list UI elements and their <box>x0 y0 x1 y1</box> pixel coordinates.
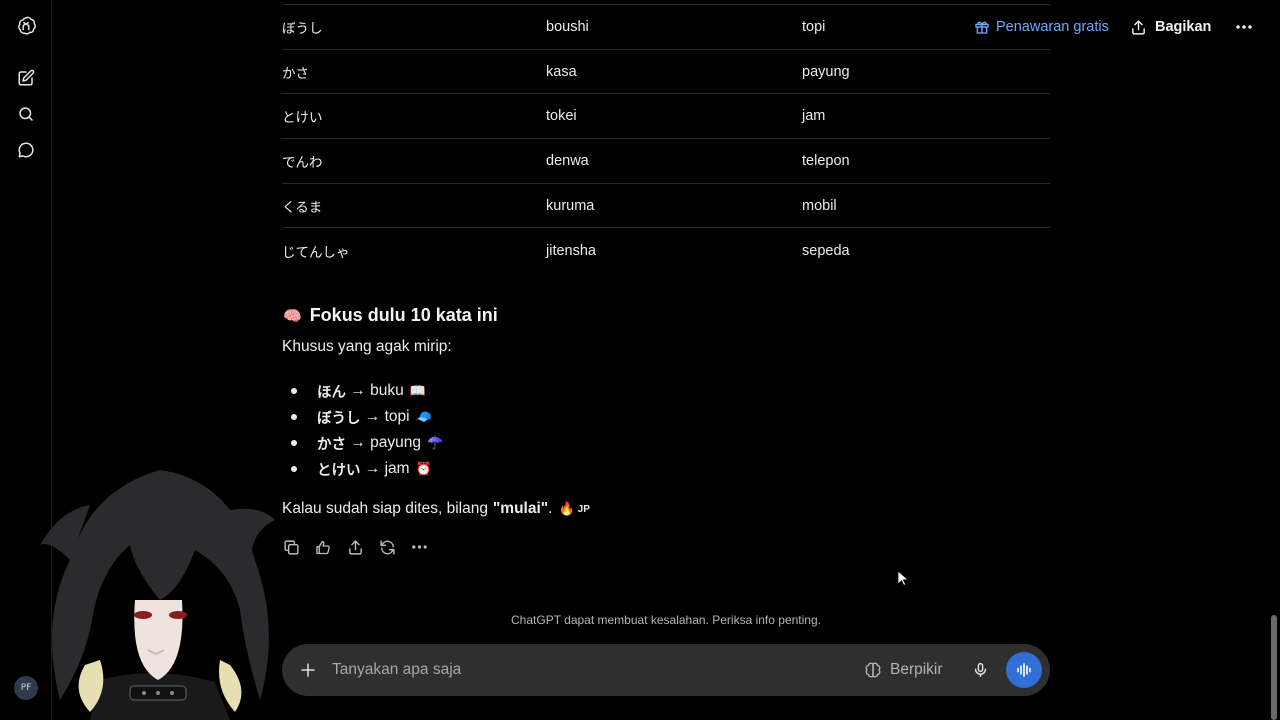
table-cell-meaning: telepon <box>802 138 1050 184</box>
thumbs-feedback-icon[interactable] <box>314 536 332 558</box>
intro-text: Khusus yang agak mirip: <box>282 338 452 355</box>
bullet-meaning: → jam <box>360 460 410 477</box>
list-item: ぼうし → topi 🧢 <box>288 404 443 430</box>
list-item: ほん → buku 📖 <box>288 378 443 404</box>
table-row: くるま kuruma mobil <box>282 182 1050 228</box>
table-cell-meaning: payung <box>802 48 1050 94</box>
copy-icon[interactable] <box>282 536 300 558</box>
table-cell-kana: くるま <box>282 182 546 228</box>
alarm-clock-icon: ⏰ <box>415 461 432 477</box>
bullet-meaning: → buku <box>346 382 404 399</box>
bullet-kana: ぼうし <box>317 410 361 427</box>
bullet-kana: かさ <box>317 436 346 453</box>
table-row: とけい tokei jam <box>282 93 1050 139</box>
more-actions-icon[interactable] <box>410 536 428 558</box>
closing-keyword: "mulai" <box>492 500 549 517</box>
chatgpt-logo-icon[interactable] <box>14 14 38 38</box>
table-cell-kana: でんわ <box>282 138 546 184</box>
closing-text: Kalau sudah siap dites, bilang "mulai" .… <box>282 500 590 518</box>
table-cell-kana: じてんしゃ <box>282 227 546 273</box>
table-row: でんわ denwa telepon <box>282 138 1050 184</box>
voice-mode-button[interactable] <box>1006 652 1042 688</box>
cap-icon: 🧢 <box>415 409 432 425</box>
bullet-meaning: → payung <box>346 434 421 451</box>
search-icon[interactable] <box>14 102 38 126</box>
table-cell-romaji: kuruma <box>546 182 802 228</box>
vocab-table: ぼうし boushi topi かさ kasa payung とけい tokei… <box>282 4 1050 273</box>
table-row: かさ kasa payung <box>282 48 1050 94</box>
share-button[interactable]: Bagikan <box>1130 16 1211 38</box>
table-cell-meaning: jam <box>802 93 1050 139</box>
message-actions <box>282 536 428 558</box>
list-item: かさ → payung ☂️ <box>288 430 443 456</box>
table-cell-kana: かさ <box>282 48 546 94</box>
bullet-list: ほん → buku 📖 ぼうし → topi 🧢 かさ → payung ☂️ … <box>288 378 443 482</box>
list-item: とけい → jam ⏰ <box>288 456 443 482</box>
section-heading: 🧠 Fokus dulu 10 kata ini <box>283 305 498 326</box>
voice-waveform-icon <box>1017 663 1031 677</box>
table-cell-kana: ぼうし <box>282 4 546 50</box>
closing-prefix: Kalau sudah siap dites, bilang <box>282 500 488 517</box>
table-cell-meaning: mobil <box>802 182 1050 228</box>
share-message-icon[interactable] <box>346 536 364 558</box>
composer: Berpikir <box>282 644 1050 696</box>
fire-icon: 🔥 <box>558 501 575 517</box>
table-cell-romaji: boushi <box>546 4 802 50</box>
vtuber-avatar-illustration <box>40 470 275 720</box>
share-icon <box>1132 19 1145 35</box>
closing-suffix: . <box>548 500 553 517</box>
table-cell-kana: とけい <box>282 93 546 139</box>
share-label: Bagikan <box>1155 19 1212 35</box>
bullet-meaning: → topi <box>360 408 410 425</box>
prompt-input[interactable] <box>332 657 832 683</box>
umbrella-icon: ☂️ <box>426 435 444 451</box>
brain-outline-icon <box>865 662 881 678</box>
mouse-cursor-icon <box>897 570 909 586</box>
brain-icon: 🧠 <box>283 306 302 325</box>
table-cell-romaji: tokei <box>546 93 802 139</box>
japan-flag-icon: JP <box>577 503 590 515</box>
section-heading-text: Fokus dulu 10 kata ini <box>309 305 498 325</box>
table-cell-romaji: jitensha <box>546 227 802 273</box>
table-cell-meaning: topi <box>802 4 1050 50</box>
table-row: ぼうし boushi topi <box>282 4 1050 50</box>
scrollbar-thumb[interactable] <box>1271 615 1277 720</box>
table-cell-romaji: kasa <box>546 48 802 94</box>
think-button[interactable]: Berpikir <box>864 658 943 682</box>
more-options-icon[interactable] <box>1232 16 1256 38</box>
table-cell-meaning: sepeda <box>802 227 1050 273</box>
bullet-kana: ほん <box>317 384 346 401</box>
bullet-kana: とけい <box>317 462 361 479</box>
microphone-icon[interactable] <box>968 658 992 682</box>
table-cell-romaji: denwa <box>546 138 802 184</box>
regenerate-icon[interactable] <box>378 536 396 558</box>
add-attachment-icon[interactable] <box>296 658 320 682</box>
table-row: じてんしゃ jitensha sepeda <box>282 227 1050 273</box>
think-label: Berpikir <box>890 661 943 678</box>
disclaimer: ChatGPT dapat membuat kesalahan. Periksa… <box>511 613 821 627</box>
chats-icon[interactable] <box>14 138 38 162</box>
new-chat-icon[interactable] <box>14 66 38 90</box>
book-icon: 📖 <box>409 383 426 399</box>
